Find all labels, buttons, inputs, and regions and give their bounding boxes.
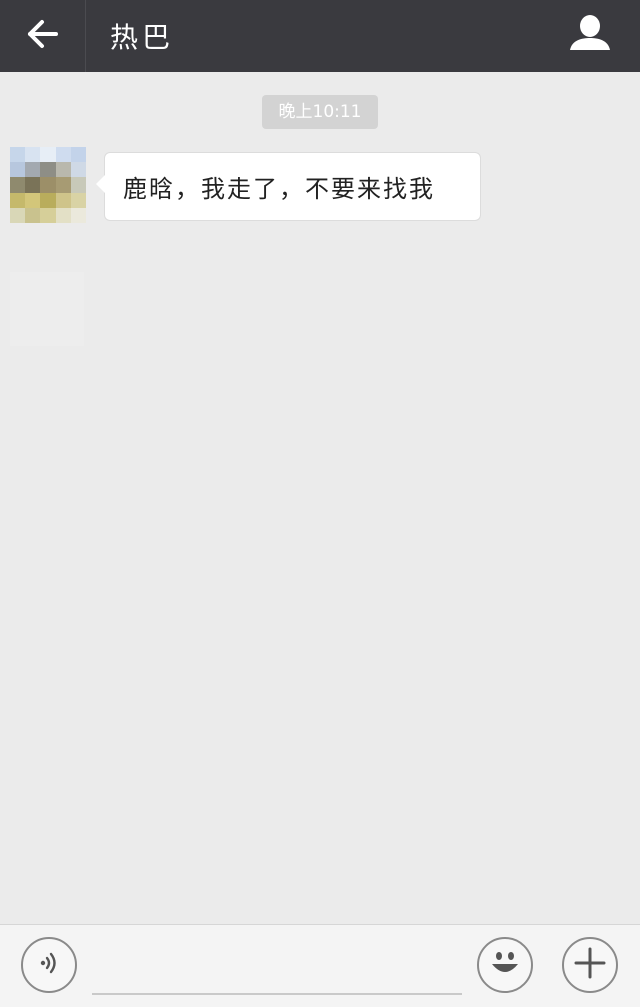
voice-button[interactable]	[21, 937, 77, 993]
voice-icon	[34, 948, 64, 982]
message-text-input[interactable]	[92, 933, 462, 995]
emoji-button[interactable]	[477, 937, 533, 993]
message-list[interactable]: 晚上10:11 鹿晗，我走了，不要来找我	[0, 72, 640, 924]
profile-button[interactable]	[568, 12, 612, 56]
more-options-button[interactable]	[562, 937, 618, 993]
emoji-icon	[485, 943, 525, 987]
arrow-left-icon	[26, 17, 60, 55]
message-text: 鹿晗，我走了，不要来找我	[123, 175, 435, 203]
user-profile-icon	[568, 15, 612, 60]
plus-icon	[572, 945, 608, 985]
message-timestamp: 晚上10:11	[262, 95, 378, 129]
top-navigation-bar: 热巴	[0, 0, 640, 72]
back-button[interactable]	[0, 0, 86, 72]
message-bubble[interactable]: 鹿晗，我走了，不要来找我	[96, 152, 481, 221]
contact-avatar[interactable]	[10, 147, 86, 223]
message-input-bar	[0, 924, 640, 1007]
faded-background-shape	[10, 272, 84, 346]
chat-title: 热巴	[110, 21, 175, 54]
